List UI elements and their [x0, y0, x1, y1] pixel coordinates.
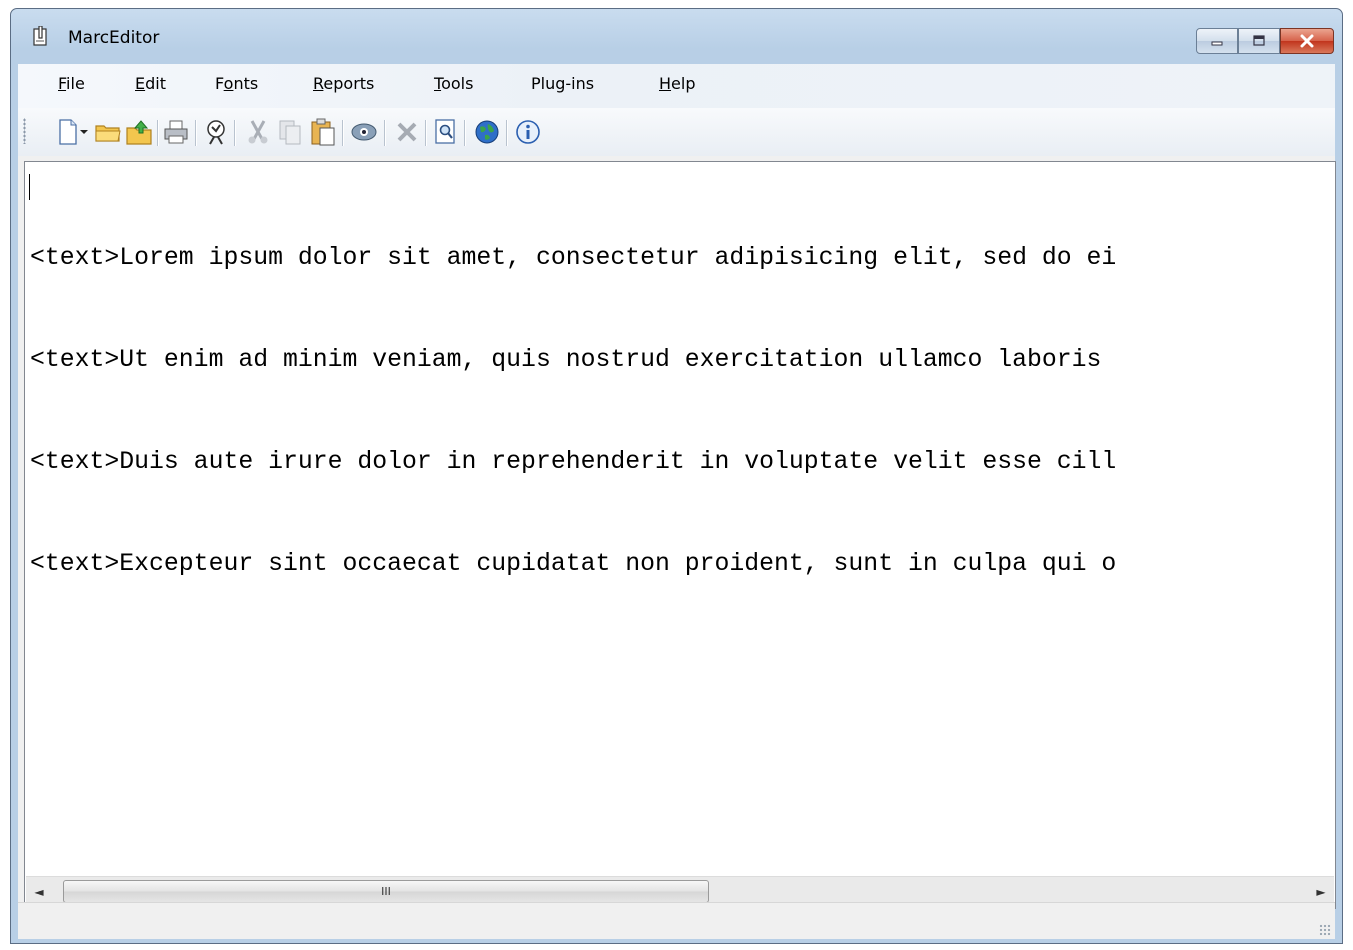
delete-button[interactable]: [393, 118, 421, 146]
menu-plugins[interactable]: Plug-ins: [529, 74, 596, 93]
info-button[interactable]: [514, 118, 542, 146]
cut-button[interactable]: [244, 118, 272, 146]
app-icon: [33, 26, 47, 46]
close-button[interactable]: [1280, 28, 1334, 54]
toolbar-separator: [384, 120, 386, 146]
save-icon: [126, 120, 152, 145]
minimize-button[interactable]: [1196, 28, 1238, 54]
cut-icon: [248, 120, 268, 144]
open-folder-button[interactable]: [94, 118, 122, 146]
toolbar-grip[interactable]: [23, 118, 26, 144]
scroll-right-icon: ►: [1316, 885, 1326, 899]
menu-help[interactable]: Help: [657, 74, 697, 93]
toolbar-separator: [425, 120, 427, 146]
editor-lines: <text>Lorem ipsum dolor sit amet, consec…: [30, 173, 1116, 649]
dropdown-arrow-icon: [80, 130, 88, 134]
toolbar-separator: [234, 120, 236, 146]
macro-button[interactable]: [202, 118, 230, 146]
delete-icon: [397, 122, 417, 142]
open-folder-icon: [95, 125, 121, 142]
toolbar-separator: [157, 120, 159, 146]
toolbar: [18, 108, 1335, 156]
maximize-icon: [1253, 35, 1265, 46]
web-globe-icon: [475, 120, 499, 144]
scroll-left-icon: ◄: [34, 885, 44, 899]
view-button[interactable]: [350, 118, 378, 146]
menu-tools[interactable]: Tools: [432, 74, 475, 93]
editor-line[interactable]: <text>Excepteur sint occaecat cupidatat …: [30, 547, 1116, 581]
client-area: File Edit Fonts Reports Tools Plug-ins H…: [18, 64, 1336, 939]
minimize-icon: [1211, 41, 1223, 46]
copy-icon: [279, 120, 301, 145]
find-icon: [435, 119, 455, 144]
toolbar-separator: [464, 120, 466, 146]
menu-fonts[interactable]: Fonts: [213, 74, 260, 93]
title-bar[interactable]: MarcEditor: [11, 9, 1342, 59]
toolbar-separator: [342, 120, 344, 146]
copy-button[interactable]: [276, 118, 304, 146]
paste-icon: [311, 118, 335, 146]
menu-edit[interactable]: Edit: [133, 74, 168, 93]
marc-text-editor[interactable]: <text>Lorem ipsum dolor sit amet, consec…: [24, 161, 1336, 909]
size-grip-icon[interactable]: [1319, 924, 1331, 936]
scroll-thumb[interactable]: III: [63, 880, 709, 903]
editor-line[interactable]: <text>Ut enim ad minim veniam, quis nost…: [30, 343, 1116, 377]
main-window: MarcEditor File Edit Fonts Reports Tools…: [10, 8, 1343, 944]
web-button[interactable]: [473, 118, 501, 146]
info-icon: [516, 120, 540, 144]
menu-bar: File Edit Fonts Reports Tools Plug-ins H…: [18, 64, 1335, 108]
status-bar: [18, 902, 1335, 939]
editor-line[interactable]: <text>Duis aute irure dolor in reprehend…: [30, 445, 1116, 479]
close-icon: [1300, 34, 1314, 48]
menu-file[interactable]: File: [56, 74, 87, 93]
print-icon: [164, 120, 188, 144]
menu-reports[interactable]: Reports: [311, 74, 376, 93]
editor-line[interactable]: <text>Lorem ipsum dolor sit amet, consec…: [30, 241, 1116, 275]
view-icon: [351, 123, 377, 141]
macro-icon: [207, 120, 225, 145]
new-dropdown-button[interactable]: [76, 118, 92, 146]
find-button[interactable]: [432, 118, 460, 146]
toolbar-separator: [506, 120, 508, 146]
print-button[interactable]: [162, 118, 190, 146]
save-button[interactable]: [125, 118, 153, 146]
scroll-thumb-grip: III: [381, 885, 391, 898]
caption-buttons: [1196, 28, 1334, 56]
window-title: MarcEditor: [68, 28, 160, 48]
maximize-button[interactable]: [1238, 28, 1280, 54]
paste-button[interactable]: [309, 118, 337, 146]
toolbar-separator: [195, 120, 197, 146]
